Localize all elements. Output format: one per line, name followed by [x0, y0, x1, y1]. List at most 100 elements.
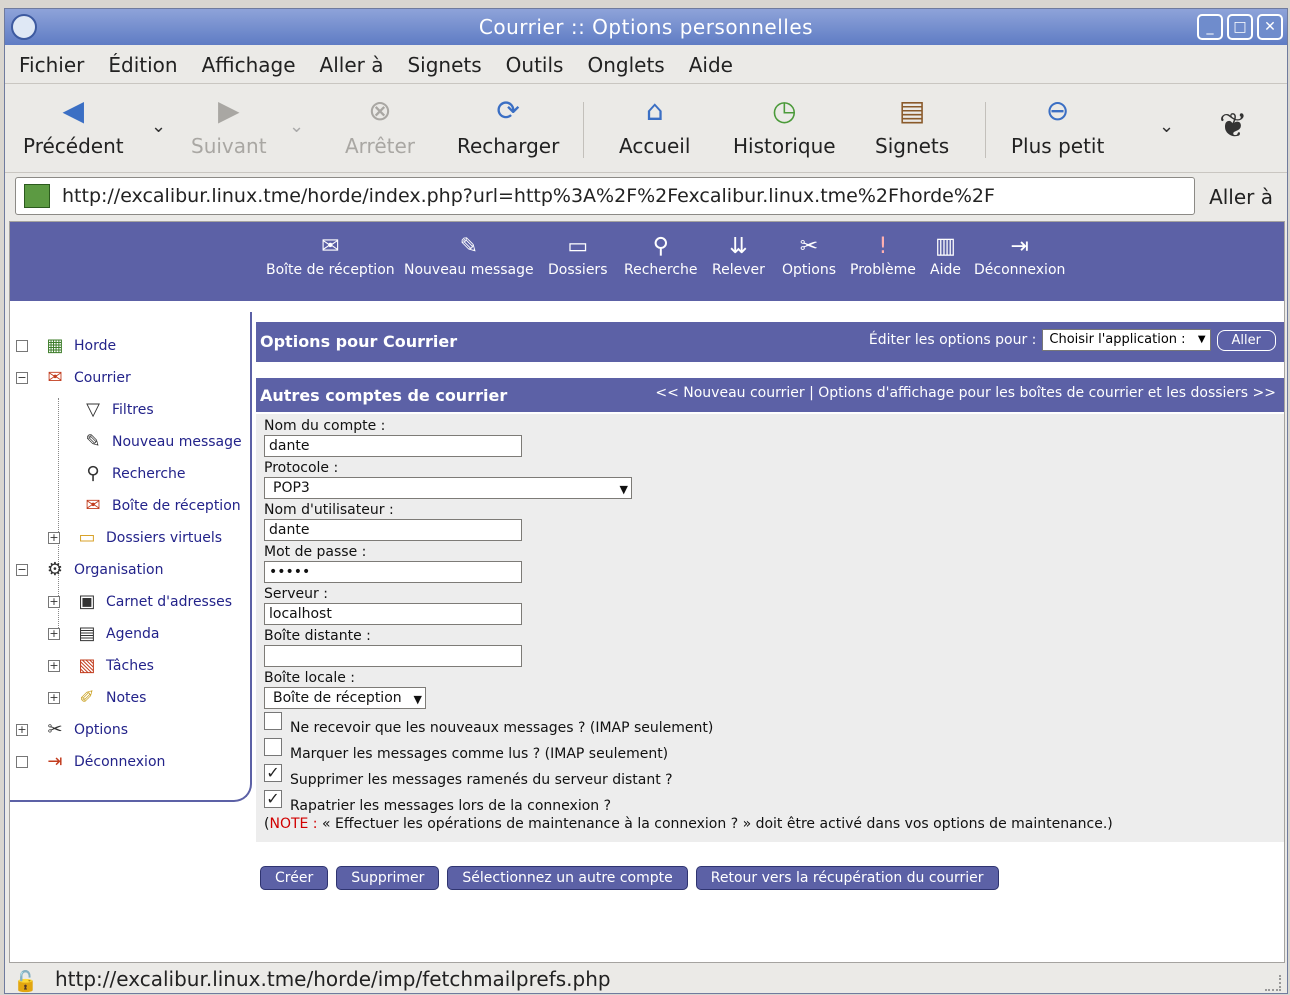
- fetch-on-login-checkbox[interactable]: ✓: [264, 790, 282, 808]
- nav-help[interactable]: ▥ Aide: [930, 234, 961, 278]
- application-select[interactable]: Choisir l'application :: [1042, 329, 1211, 351]
- expand-icon[interactable]: +: [48, 628, 60, 640]
- nav-compose[interactable]: ✎ Nouveau message: [404, 234, 534, 278]
- url-field[interactable]: http://excalibur.linux.tme/horde/index.p…: [15, 177, 1195, 215]
- menu-outils[interactable]: Outils: [506, 53, 564, 77]
- form-buttons: Créer Supprimer Sélectionnez un autre co…: [260, 866, 999, 890]
- aller-button[interactable]: Aller: [1216, 329, 1276, 351]
- collapse-icon[interactable]: −: [16, 564, 28, 576]
- nav-search[interactable]: ⚲ Recherche: [624, 234, 698, 278]
- magnifier-minus-icon: ⊖: [1045, 94, 1070, 127]
- sidebar-item-notes[interactable]: + ✐ Notes: [48, 686, 146, 710]
- nav-fetch[interactable]: ⇊ Relever: [712, 234, 765, 278]
- sidebar-item-horde[interactable]: ▦ Horde: [16, 334, 116, 358]
- compose-icon: ✎: [85, 431, 101, 452]
- remote-box-input[interactable]: [264, 645, 522, 667]
- zoom-out-button[interactable]: ⊖ Plus petit: [1011, 94, 1104, 158]
- sidebar-item-taches[interactable]: + ▧ Tâches: [48, 654, 154, 678]
- sidebar-item-organisation[interactable]: − ⚙ Organisation: [16, 558, 163, 582]
- forward-history-dropdown[interactable]: ⌄: [289, 116, 304, 137]
- new-only-label: Ne recevoir que les nouveaux messages ? …: [290, 720, 714, 736]
- sidebar-item-courrier[interactable]: − ✉ Courrier: [16, 366, 131, 390]
- tree-leaf-box: [16, 756, 28, 768]
- search-icon: ⚲: [652, 234, 669, 259]
- sidebar-item-carnet[interactable]: + ▣ Carnet d'adresses: [48, 590, 232, 614]
- back-to-fetch-button[interactable]: Retour vers la récupération du courrier: [695, 866, 999, 890]
- sidebar-item-boite-reception[interactable]: ✉ Boîte de réception: [80, 494, 240, 518]
- forward-button[interactable]: ▶ Suivant: [191, 94, 267, 158]
- site-favicon-icon: [24, 184, 50, 208]
- forward-arrow-icon: ▶: [217, 94, 240, 127]
- home-button[interactable]: ⌂ Accueil: [619, 94, 690, 158]
- close-button[interactable]: ✕: [1257, 14, 1283, 40]
- server-input[interactable]: localhost: [264, 603, 522, 625]
- envelope-icon: ✉: [85, 495, 101, 516]
- account-name-input[interactable]: dante: [264, 435, 522, 457]
- back-button[interactable]: ◀ Précédent: [23, 94, 124, 158]
- menu-edition[interactable]: Édition: [108, 53, 177, 77]
- mark-read-checkbox[interactable]: [264, 738, 282, 756]
- create-button[interactable]: Créer: [260, 866, 329, 890]
- nav-options[interactable]: ✂ Options: [782, 234, 836, 278]
- select-other-account-button[interactable]: Sélectionnez un autre compte: [447, 866, 688, 890]
- go-button[interactable]: Aller à: [1209, 185, 1273, 209]
- expand-icon[interactable]: +: [16, 724, 28, 736]
- notes-icon: ✐: [79, 687, 95, 708]
- menu-aide[interactable]: Aide: [689, 53, 733, 77]
- new-only-checkbox[interactable]: [264, 712, 282, 730]
- sidebar-item-recherche[interactable]: ⚲ Recherche: [80, 462, 185, 486]
- menu-bar: Fichier Édition Affichage Aller à Signet…: [5, 47, 1287, 83]
- gnome-foot-icon[interactable]: ❦: [1219, 106, 1248, 146]
- resize-grip[interactable]: [1265, 975, 1281, 991]
- maintenance-note: (NOTE : « Effectuer les opérations de ma…: [264, 816, 1113, 832]
- menu-affichage[interactable]: Affichage: [202, 53, 296, 77]
- local-box-select[interactable]: Boîte de réception ▼: [264, 687, 426, 709]
- menu-signets[interactable]: Signets: [407, 53, 481, 77]
- bookmarks-button[interactable]: ▤ Signets: [875, 94, 949, 158]
- nav-logout[interactable]: ⇥ Déconnexion: [974, 234, 1065, 278]
- remote-box-label: Boîte distante :: [264, 628, 371, 644]
- history-clock-icon: ◷: [772, 94, 797, 127]
- expand-icon[interactable]: +: [48, 660, 60, 672]
- section-header: Autres comptes de courrier << Nouveau co…: [256, 378, 1284, 412]
- bookmark-book-icon: ▤: [898, 94, 926, 127]
- nav-problem[interactable]: ! Problème: [850, 234, 916, 278]
- menu-onglets[interactable]: Onglets: [587, 53, 664, 77]
- collapse-icon[interactable]: −: [16, 372, 28, 384]
- menu-fichier[interactable]: Fichier: [19, 53, 84, 77]
- password-input[interactable]: •••••: [264, 561, 522, 583]
- compose-icon: ✎: [459, 234, 479, 259]
- delete-remote-checkbox[interactable]: ✓: [264, 764, 282, 782]
- expand-icon[interactable]: +: [48, 532, 60, 544]
- reload-button[interactable]: ⟳ Recharger: [457, 94, 559, 158]
- menu-aller[interactable]: Aller à: [320, 53, 384, 77]
- section-links[interactable]: << Nouveau courrier | Options d'affichag…: [655, 385, 1276, 401]
- sidebar-item-options[interactable]: + ✂ Options: [16, 718, 128, 742]
- sidebar-item-nouveau-message[interactable]: ✎ Nouveau message: [80, 430, 241, 454]
- back-arrow-icon: ◀: [62, 94, 85, 127]
- sidebar-item-deconnexion[interactable]: ⇥ Déconnexion: [16, 750, 165, 774]
- tools-icon: ✂: [47, 719, 63, 740]
- exclamation-icon: !: [878, 234, 888, 259]
- minimize-button[interactable]: _: [1197, 14, 1223, 40]
- history-button[interactable]: ◷ Historique: [733, 94, 836, 158]
- tree-leaf-box: [16, 340, 28, 352]
- sidebar-item-agenda[interactable]: + ▤ Agenda: [48, 622, 159, 646]
- expand-icon[interactable]: +: [48, 692, 60, 704]
- nav-inbox[interactable]: ✉ Boîte de réception: [266, 234, 395, 278]
- protocol-select[interactable]: POP3 ▼: [264, 477, 632, 499]
- username-input[interactable]: dante: [264, 519, 522, 541]
- toolbar-separator: [985, 102, 986, 158]
- logout-icon: ⇥: [47, 751, 63, 772]
- toolbar-overflow-dropdown[interactable]: ⌄: [1159, 116, 1174, 137]
- expand-icon[interactable]: +: [48, 596, 60, 608]
- maximize-button[interactable]: □: [1227, 14, 1253, 40]
- back-history-dropdown[interactable]: ⌄: [151, 116, 166, 137]
- sidebar-item-dossiers-virtuels[interactable]: + ▭ Dossiers virtuels: [48, 526, 222, 550]
- delete-button[interactable]: Supprimer: [336, 866, 440, 890]
- sidebar-item-filtres[interactable]: ▽ Filtres: [80, 398, 154, 422]
- calendar-icon: ▤: [78, 623, 96, 644]
- account-form: Nom du compte : dante Protocole : POP3 ▼ …: [256, 414, 1284, 842]
- stop-button[interactable]: ⊗ Arrêter: [345, 94, 415, 158]
- nav-folders[interactable]: ▭ Dossiers: [548, 234, 608, 278]
